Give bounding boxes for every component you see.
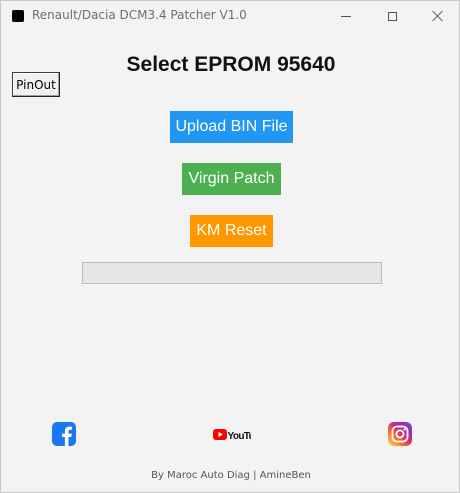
- minimize-button[interactable]: [323, 1, 369, 31]
- footer-credit: By Maroc Auto Diag | AmineBen: [151, 470, 311, 481]
- close-icon: [432, 10, 444, 22]
- km-reset-button[interactable]: KM Reset: [190, 215, 273, 247]
- youtube-wordmark: YouTube: [228, 431, 252, 442]
- minimize-icon: [341, 15, 351, 17]
- app-window: Renault/Dacia DCM3.4 Patcher V1.0 PinOut…: [0, 0, 460, 493]
- title-bar[interactable]: Renault/Dacia DCM3.4 Patcher V1.0: [1, 1, 459, 31]
- progress-bar: [82, 262, 382, 284]
- window-title: Renault/Dacia DCM3.4 Patcher V1.0: [32, 8, 247, 22]
- maximize-button[interactable]: [369, 1, 415, 31]
- page-title: Select EPROM 95640: [126, 53, 336, 76]
- youtube-icon[interactable]: YouTube: [213, 427, 266, 442]
- instagram-icon[interactable]: [388, 422, 412, 446]
- upload-bin-button[interactable]: Upload BIN File: [170, 111, 293, 143]
- app-icon: [12, 10, 24, 22]
- maximize-icon: [387, 11, 397, 21]
- close-button[interactable]: [415, 1, 460, 31]
- virgin-patch-button[interactable]: Virgin Patch: [182, 163, 281, 195]
- facebook-icon[interactable]: [52, 422, 76, 446]
